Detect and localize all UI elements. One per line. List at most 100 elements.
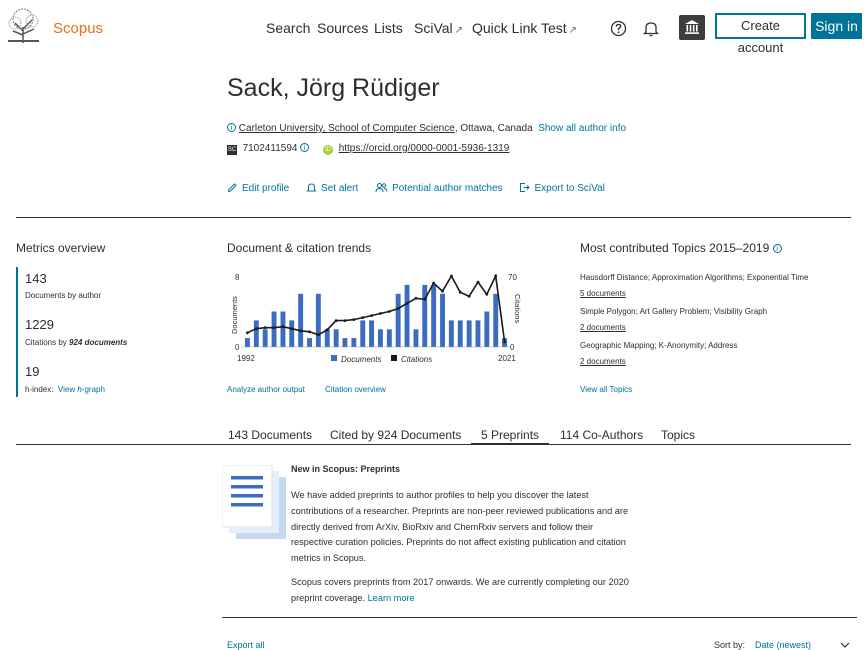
- y-right-tick-top: 70: [508, 273, 517, 282]
- citation-point: [406, 302, 409, 305]
- tab-co-authors[interactable]: 114 Co-Authors: [560, 428, 643, 442]
- document-bar: [325, 329, 330, 347]
- link-text: -graph: [82, 385, 105, 394]
- document-bar: [245, 338, 250, 347]
- pencil-icon: [227, 182, 238, 193]
- set-alert-button[interactable]: Set alert: [306, 183, 361, 194]
- bell-icon[interactable]: [643, 20, 659, 37]
- author-ids-row: SC 7102411594 i iD https://orcid.org/000…: [227, 143, 509, 155]
- potential-author-matches-button[interactable]: Potential author matches: [375, 183, 505, 194]
- author-actions: Edit profile Set alert Potential author …: [227, 182, 619, 194]
- topic-documents-link[interactable]: 2 documents: [580, 323, 626, 332]
- document-bar: [289, 320, 294, 347]
- citation-point: [326, 328, 329, 331]
- sign-in-button[interactable]: Sign in: [811, 13, 862, 39]
- sort-dropdown[interactable]: Date (newest): [755, 640, 811, 650]
- citation-point: [485, 293, 488, 296]
- citation-point: [352, 318, 355, 321]
- orcid-link[interactable]: https://orcid.org/0000-0001-5936-1319: [339, 143, 510, 154]
- topics-title-text: Most contributed Topics 2015–2019: [580, 241, 769, 255]
- tab-documents[interactable]: 143 Documents: [228, 428, 312, 442]
- nav-sources[interactable]: Sources: [317, 20, 368, 36]
- scopus-author-id: 7102411594: [243, 143, 298, 154]
- trends-title: Document & citation trends: [227, 241, 371, 255]
- metrics-overview-title: Metrics overview: [16, 241, 105, 255]
- orcid-icon: iD: [323, 145, 333, 155]
- citation-point: [246, 331, 249, 334]
- action-label: Export to SciVal: [534, 183, 604, 194]
- learn-more-link[interactable]: Learn more: [368, 593, 415, 603]
- brand-name[interactable]: Scopus: [53, 20, 103, 37]
- bell-icon: [306, 182, 317, 193]
- nav-label: Sources: [317, 20, 368, 36]
- citation-point: [494, 275, 497, 278]
- document-bar: [405, 285, 410, 347]
- citation-point: [370, 314, 373, 317]
- tab-preprints[interactable]: 5 Preprints: [481, 428, 539, 442]
- info-icon[interactable]: i: [227, 123, 236, 132]
- citation-point: [415, 297, 418, 300]
- citation-point: [441, 290, 444, 293]
- people-icon: [375, 182, 388, 193]
- h-index-row: h-index: View h-graph: [25, 385, 105, 394]
- external-link-icon: ↗: [455, 25, 463, 36]
- citation-line: [247, 276, 504, 342]
- topic-documents-link[interactable]: 5 documents: [580, 289, 626, 298]
- tab-topics[interactable]: Topics: [661, 428, 695, 442]
- help-icon[interactable]: [610, 20, 627, 37]
- citation-point: [255, 327, 258, 330]
- section-divider: [16, 217, 851, 218]
- export-icon: [519, 182, 530, 193]
- institution-button[interactable]: [679, 15, 705, 40]
- legend-citations-swatch: [391, 355, 397, 361]
- info-icon[interactable]: i: [300, 143, 309, 152]
- citation-point: [432, 282, 435, 285]
- document-bar: [476, 320, 481, 347]
- citation-point: [344, 319, 347, 322]
- edit-profile-button[interactable]: Edit profile: [227, 183, 292, 194]
- tabs-divider: [16, 444, 851, 445]
- document-bar: [440, 294, 445, 347]
- document-bar: [316, 294, 321, 347]
- document-bar: [343, 338, 348, 347]
- nav-quick-link-test[interactable]: Quick Link Test↗: [472, 20, 577, 36]
- nav-label: Quick Link Test: [472, 20, 567, 36]
- documents-count: 143: [25, 271, 47, 286]
- export-all-link[interactable]: Export all: [227, 640, 265, 650]
- nav-scival[interactable]: SciVal↗: [414, 20, 463, 36]
- document-bar: [307, 338, 312, 347]
- tab-cited-by[interactable]: Cited by 924 Documents: [330, 428, 461, 442]
- citation-point: [468, 295, 471, 298]
- citation-point: [450, 275, 453, 278]
- citations-doc-count: 924 documents: [69, 338, 127, 347]
- affiliation-link[interactable]: Carleton University, School of Computer …: [239, 123, 455, 134]
- y-right-axis-label: Citations: [513, 294, 522, 323]
- citations-count: 1229: [25, 317, 54, 332]
- nav-search[interactable]: Search: [266, 20, 310, 36]
- document-bar: [449, 320, 454, 347]
- citation-point: [264, 326, 267, 329]
- export-to-scival-button[interactable]: Export to SciVal: [519, 183, 604, 194]
- citation-point: [273, 326, 276, 329]
- info-icon[interactable]: i: [773, 244, 782, 253]
- legend-citations-label: Citations: [401, 355, 432, 364]
- citation-point: [361, 316, 364, 319]
- citation-point: [397, 307, 400, 310]
- view-h-graph-link[interactable]: View h-graph: [58, 385, 105, 394]
- view-all-topics-link[interactable]: View all Topics: [580, 385, 632, 394]
- citation-overview-link[interactable]: Citation overview: [325, 385, 386, 394]
- citation-point: [379, 312, 382, 315]
- citation-point: [317, 333, 320, 336]
- list-divider: [222, 617, 857, 618]
- topic-name: Hausdorff Distance; Approximation Algori…: [580, 273, 808, 282]
- topic-documents-link[interactable]: 2 documents: [580, 357, 626, 366]
- analyze-author-output-link[interactable]: Analyze author output: [227, 385, 305, 394]
- elsevier-tree-logo[interactable]: [5, 7, 42, 44]
- chevron-down-icon[interactable]: [840, 641, 850, 649]
- show-all-author-info-link[interactable]: Show all author info: [538, 123, 626, 134]
- document-bar: [272, 312, 277, 348]
- document-bar: [396, 294, 401, 347]
- coverage-text: Scopus covers preprints from 2017 onward…: [291, 577, 629, 603]
- nav-lists[interactable]: Lists: [374, 20, 403, 36]
- create-account-button[interactable]: Create account: [715, 13, 806, 39]
